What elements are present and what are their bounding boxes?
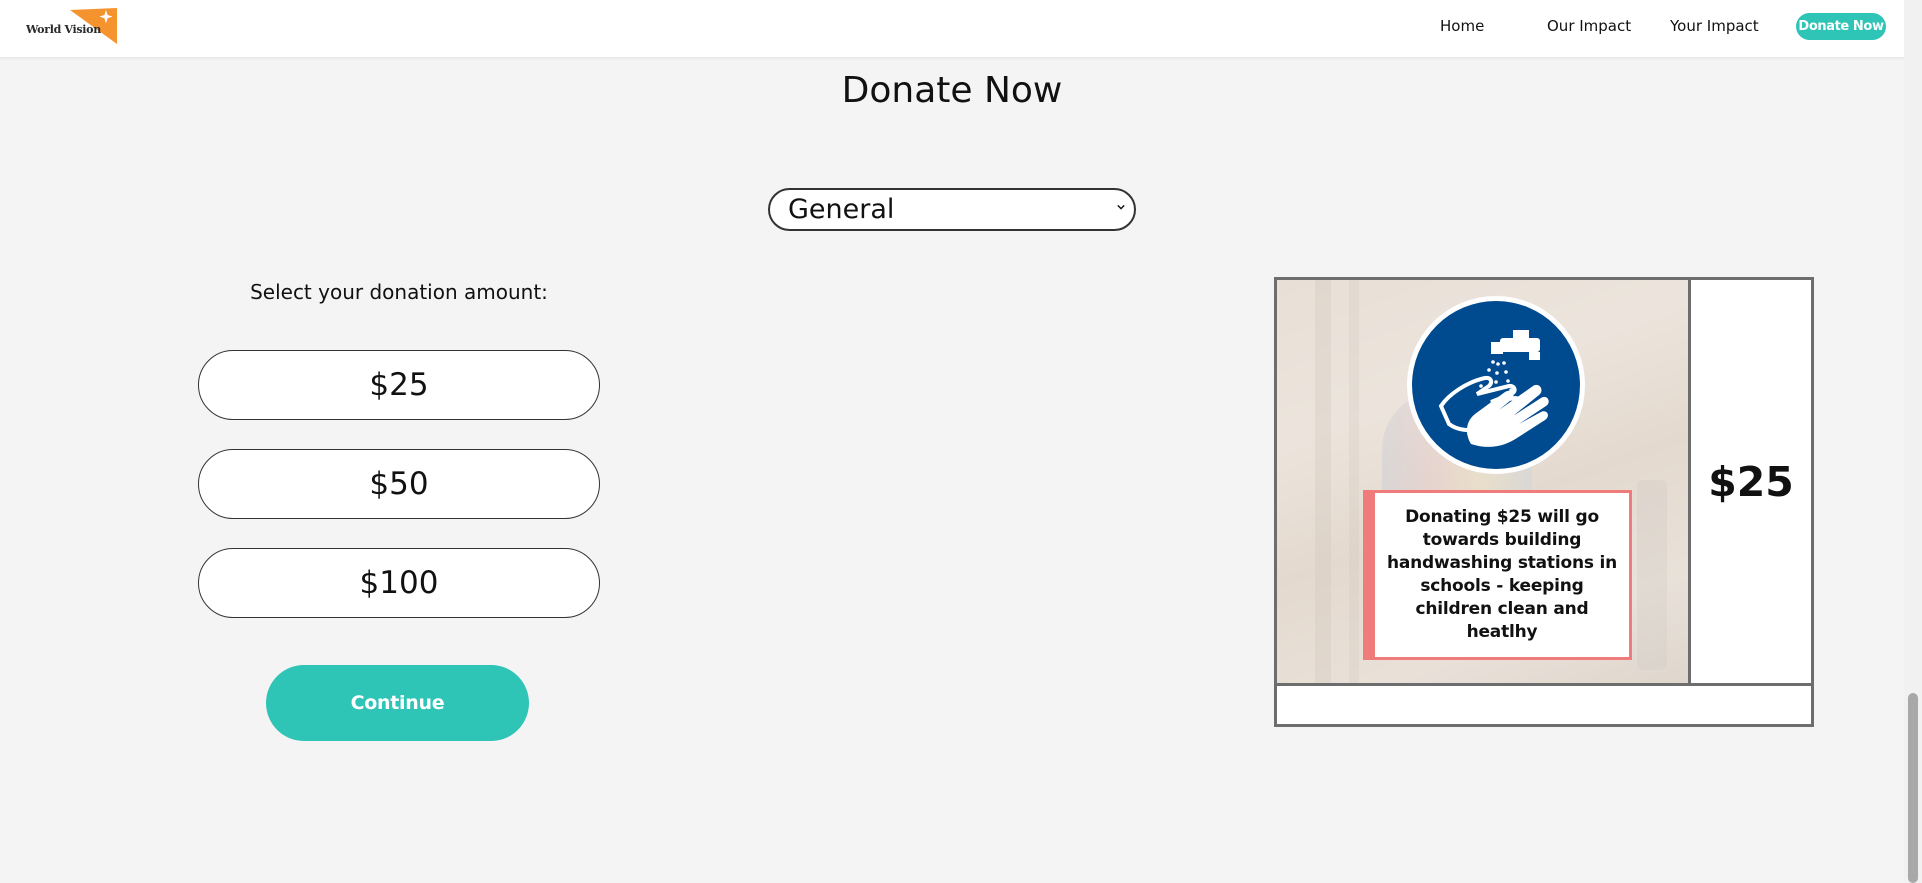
amount-100-button[interactable]: $100 <box>198 548 600 618</box>
impact-description: Donating $25 will go towards building ha… <box>1386 507 1618 642</box>
cause-select-dropdown[interactable]: General <box>768 188 1136 231</box>
chevron-down-icon <box>1117 204 1125 210</box>
cause-select-value: General <box>788 194 895 225</box>
world-vision-logo[interactable]: World Vision <box>26 6 121 46</box>
amount-50-button[interactable]: $50 <box>198 449 600 519</box>
amount-50-label: $50 <box>369 466 429 502</box>
nav-our-impact-link[interactable]: Our Impact <box>1547 17 1631 35</box>
nav-your-impact-link[interactable]: Your Impact <box>1670 17 1759 35</box>
continue-label: Continue <box>350 692 445 714</box>
nav-donate-now-button[interactable]: Donate Now <box>1796 13 1886 40</box>
page: World Vision Home Our Impact Your Impact… <box>0 0 1904 883</box>
handwashing-icon <box>1407 296 1585 474</box>
impact-photo: Donating $25 will go towards building ha… <box>1277 280 1688 683</box>
card-amount: $25 <box>1708 457 1794 506</box>
page-title: Donate Now <box>841 70 1063 111</box>
nav-home-link[interactable]: Home <box>1440 17 1484 35</box>
logo-text: World Vision <box>26 23 101 36</box>
card-divider <box>1277 683 1811 686</box>
amount-25-label: $25 <box>369 367 429 403</box>
impact-description-box: Donating $25 will go towards building ha… <box>1363 490 1632 660</box>
continue-button[interactable]: Continue <box>266 665 529 741</box>
amount-100-label: $100 <box>359 565 439 601</box>
donation-amount-prompt: Select your donation amount: <box>250 280 548 304</box>
top-navbar: World Vision Home Our Impact Your Impact… <box>0 0 1904 57</box>
donation-impact-card: Donating $25 will go towards building ha… <box>1274 277 1814 727</box>
scrollbar-thumb[interactable] <box>1908 693 1918 883</box>
amount-25-button[interactable]: $25 <box>198 350 600 420</box>
